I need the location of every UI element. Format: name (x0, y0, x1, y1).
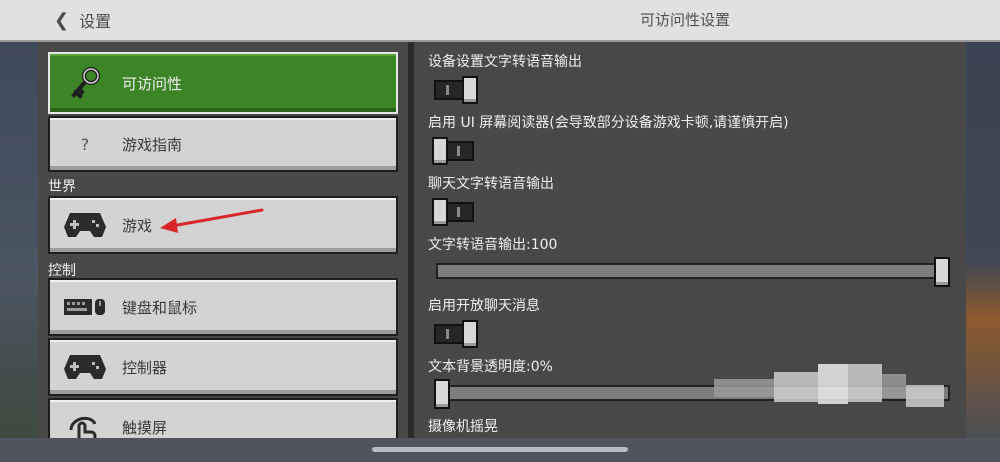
background-scene-right (966, 42, 1000, 438)
background-scene-left (0, 42, 38, 438)
gamepad-icon (54, 211, 116, 239)
settings-sidebar: 可访问性 ? 游戏指南 世界 游戏 控制 键盘和鼠标 控制器 触摸屏 (38, 42, 408, 438)
home-indicator[interactable] (372, 447, 628, 452)
tts-volume-label: 文字转语音输出:100 (428, 237, 558, 253)
question-icon: ? (80, 134, 90, 154)
toggle-knob[interactable] (462, 320, 478, 348)
page-title: 可访问性设置 (639, 11, 730, 29)
sidebar-item-keyboard-mouse[interactable]: 键盘和鼠标 (48, 278, 398, 336)
ui-reader-label: 启用 UI 屏幕阅读器(会导致部分设备游戏卡顿,请谨慎开启) (428, 115, 789, 131)
toggle-knob[interactable] (462, 76, 478, 104)
annotation-arrow-icon (160, 208, 264, 233)
slider-knob[interactable] (934, 257, 950, 287)
section-title-controls: 控制 (48, 263, 76, 279)
section-title-world: 世界 (48, 179, 76, 195)
tts-volume-slider[interactable] (436, 257, 950, 287)
title-bar: ❮ 设置 可访问性设置 (0, 0, 1000, 42)
slider-knob[interactable] (434, 379, 450, 409)
sidebar-item-label: 游戏 (122, 216, 153, 235)
sidebar-item-label: 触摸屏 (122, 418, 168, 437)
sidebar-item-label: 游戏指南 (122, 135, 183, 154)
tts-device-toggle[interactable] (434, 76, 478, 104)
open-chat-toggle[interactable] (434, 320, 478, 348)
sidebar-item-how-to-play[interactable]: ? 游戏指南 (48, 116, 398, 172)
open-chat-label: 启用开放聊天消息 (428, 298, 540, 314)
ui-reader-toggle[interactable] (432, 137, 474, 165)
touch-icon (54, 412, 116, 438)
sidebar-item-touch[interactable]: 触摸屏 (48, 398, 398, 438)
toggle-mark (446, 329, 449, 339)
toggle-knob[interactable] (432, 198, 448, 226)
chat-tts-label: 聊天文字转语音输出 (428, 176, 554, 192)
back-button[interactable]: ❮ 设置 (54, 0, 111, 40)
sidebar-item-label: 可访问性 (122, 74, 183, 93)
chevron-left-icon: ❮ (54, 9, 70, 31)
text-bg-opacity-label: 文本背景透明度:0% (428, 359, 553, 375)
keyboard-mouse-icon (54, 295, 116, 319)
controller-icon (54, 353, 116, 381)
back-label: 设置 (79, 12, 112, 31)
chat-tts-toggle[interactable] (432, 198, 474, 226)
tts-device-label: 设备设置文字转语音输出 (428, 54, 582, 70)
toggle-mark (457, 146, 460, 156)
sidebar-item-label: 键盘和鼠标 (122, 298, 198, 317)
sidebar-item-controller[interactable]: 控制器 (48, 338, 398, 396)
toggle-mark (446, 85, 449, 95)
toggle-mark (457, 207, 460, 217)
toggle-knob[interactable] (432, 137, 448, 165)
sidebar-item-accessibility[interactable]: 可访问性 (48, 52, 398, 114)
accessibility-settings-panel: 设备设置文字转语音输出 启用 UI 屏幕阅读器(会导致部分设备游戏卡顿,请谨慎开… (414, 42, 966, 438)
key-icon (54, 65, 116, 101)
camera-shake-label: 摄像机摇晃 (428, 419, 498, 435)
sidebar-item-label: 控制器 (122, 358, 168, 377)
